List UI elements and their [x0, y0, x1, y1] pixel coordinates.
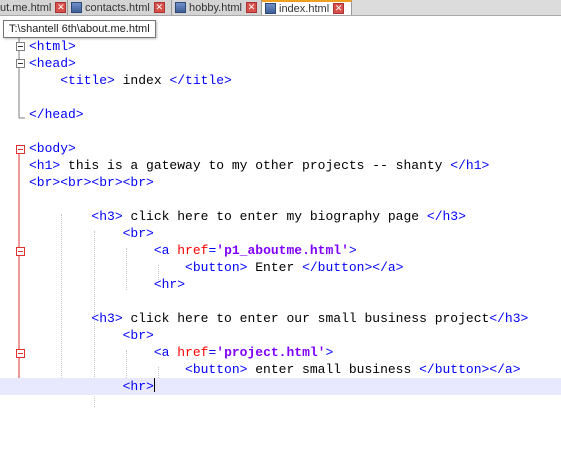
- code-token: <button>: [185, 260, 248, 275]
- code-token: <h3>: [91, 311, 123, 326]
- code-line: <h3> click here to enter my biography pa…: [29, 208, 561, 225]
- code-token: enter small business: [247, 362, 420, 377]
- code-line: <button> Enter </button></a>: [29, 259, 561, 276]
- code-token: <hr>: [153, 277, 186, 292]
- code-token: </a>: [489, 362, 521, 377]
- fold-toggle-anchor-1[interactable]: [16, 247, 25, 256]
- code-token: >: [348, 243, 357, 258]
- close-icon[interactable]: ✕: [333, 3, 345, 14]
- tab-label: index.html: [279, 2, 330, 15]
- tab-contacts[interactable]: contacts.html ✕: [68, 0, 172, 15]
- code-token: <head>: [29, 56, 76, 71]
- code-token: <br>: [122, 226, 154, 241]
- code-token: <br>: [122, 328, 154, 343]
- file-icon: [71, 2, 82, 13]
- tab-hobby[interactable]: hobby.html ✕: [172, 0, 262, 15]
- code-line: <br><br><br><br>: [29, 174, 561, 191]
- code-token: this is a gateway to my other projects -…: [60, 158, 451, 173]
- code-token: >: [325, 345, 334, 360]
- code-token: </h3>: [489, 311, 529, 326]
- code-token: click here to enter my biography page: [122, 209, 427, 224]
- code-token: </button>: [302, 260, 373, 275]
- code-token: <a: [153, 243, 178, 258]
- code-token: <a: [153, 345, 178, 360]
- close-icon[interactable]: ✕: [55, 2, 67, 13]
- code-token: 'p1_aboutme.html': [216, 243, 349, 258]
- tab-label: ut.me.html: [0, 1, 52, 14]
- code-line: <br>: [29, 327, 561, 344]
- code-token: <br><br><br><br>: [29, 175, 154, 190]
- code-line: <hr>: [29, 276, 561, 293]
- code-token: </head>: [29, 107, 84, 122]
- tab-bar: ut.me.html ✕ contacts.html ✕ hobby.html …: [0, 0, 561, 16]
- code-token: <button>: [185, 362, 248, 377]
- file-icon: [175, 2, 186, 13]
- code-token: </a>: [372, 260, 404, 275]
- code-token: </button>: [419, 362, 490, 377]
- tab-index[interactable]: index.html ✕: [262, 0, 352, 15]
- code-token: </h1>: [450, 158, 490, 173]
- fold-toggle-html[interactable]: [16, 42, 25, 51]
- code-editor[interactable]: <html> <head> <title> index </title> </h…: [0, 16, 561, 450]
- tab-label: hobby.html: [189, 1, 242, 14]
- code-line: <html>: [29, 38, 561, 55]
- code-line: <body>: [29, 140, 561, 157]
- code-line: <a href='p1_aboutme.html'>: [29, 242, 561, 259]
- tab-about-me[interactable]: ut.me.html ✕: [0, 0, 68, 15]
- fold-toggle-body[interactable]: [16, 145, 25, 154]
- close-icon[interactable]: ✕: [153, 2, 165, 13]
- code-line: </head>: [29, 106, 561, 123]
- code-line: <button> enter small business </button><…: [29, 361, 561, 378]
- code-token: 'project.html': [216, 345, 326, 360]
- file-icon: [265, 3, 276, 14]
- code-line: <br>: [29, 225, 561, 242]
- fold-toggle-anchor-2[interactable]: [16, 349, 25, 358]
- code-line: <title> index </title>: [29, 72, 561, 89]
- code-token: click here to enter our small business p…: [122, 311, 490, 326]
- fold-toggle-head[interactable]: [16, 59, 25, 68]
- code-token: <h1>: [29, 158, 61, 173]
- code-line: <h3> click here to enter our small busin…: [29, 310, 561, 327]
- code-token: <title>: [60, 73, 115, 88]
- code-token: <body>: [29, 141, 76, 156]
- code-token: index: [114, 73, 170, 88]
- code-token: <h3>: [91, 209, 123, 224]
- code-token: href: [177, 345, 209, 360]
- text-caret: [153, 378, 155, 392]
- code-token: href: [177, 243, 209, 258]
- code-line: <head>: [29, 55, 561, 72]
- code-line: <a href='project.html'>: [29, 344, 561, 361]
- file-path-tooltip: T:\shantell 6th\about.me.html: [3, 20, 156, 38]
- code-token: </h3>: [426, 209, 466, 224]
- close-icon[interactable]: ✕: [246, 2, 257, 13]
- code-token: Enter: [247, 260, 303, 275]
- tab-label: contacts.html: [85, 1, 150, 14]
- code-token: <hr>: [122, 379, 154, 394]
- code-line: <h1> this is a gateway to my other proje…: [29, 157, 561, 174]
- code-token: <html>: [29, 39, 76, 54]
- code-token: </title>: [169, 73, 232, 88]
- current-code-line: <hr>: [0, 378, 561, 395]
